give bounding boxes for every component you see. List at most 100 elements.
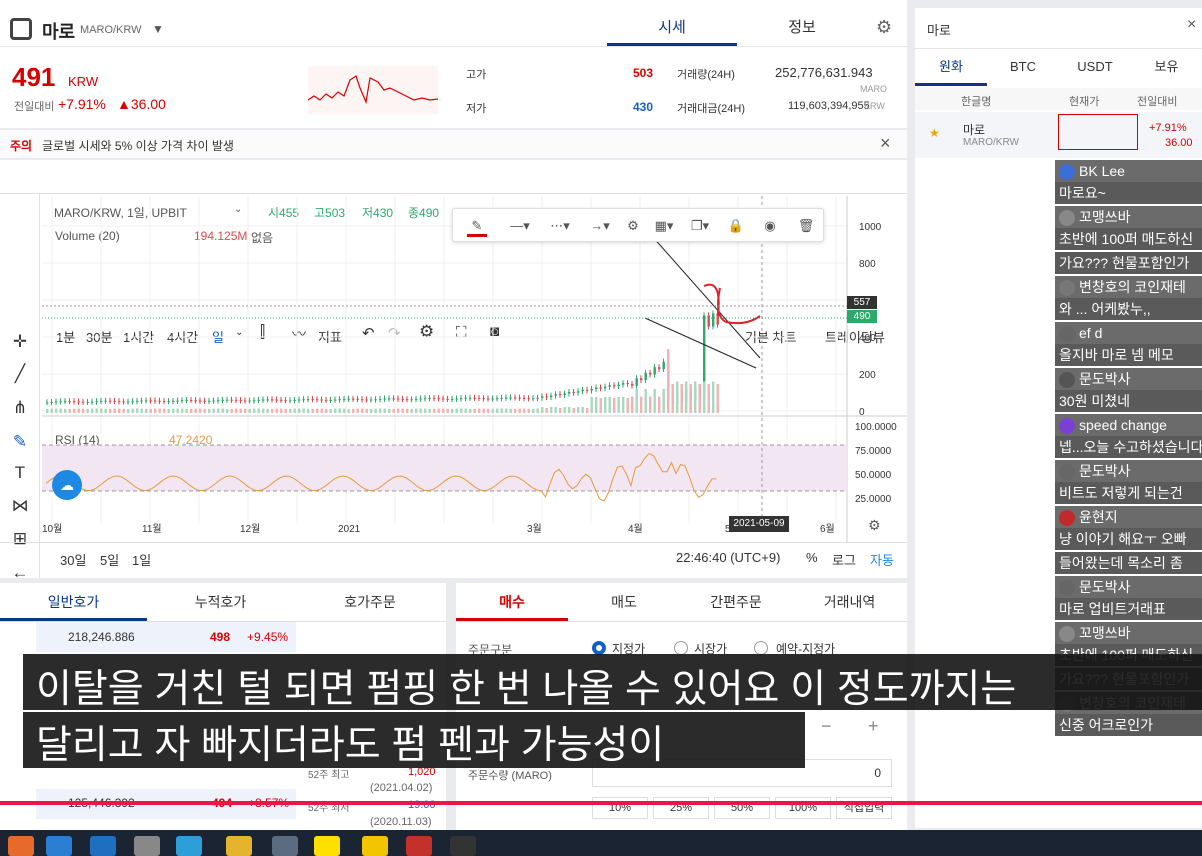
app-icon[interactable] — [46, 836, 72, 856]
measure-icon[interactable]: ⊞ — [8, 527, 32, 551]
range-30d[interactable]: 30일 — [60, 550, 86, 569]
trash-icon[interactable]: 🗑 — [793, 209, 819, 243]
range-5d[interactable]: 5일 — [100, 550, 119, 569]
line-end-icon[interactable]: →▾ — [581, 209, 619, 243]
volume-bar — [248, 408, 251, 413]
candle — [554, 394, 557, 396]
gear-icon[interactable]: ⚙ — [876, 17, 892, 38]
tab-cumulative[interactable]: 누적호가 — [147, 583, 294, 621]
tab-simple-order[interactable]: 간편주문 — [680, 583, 792, 621]
volume-bar — [199, 408, 202, 413]
candle — [226, 399, 229, 401]
candle — [181, 400, 184, 402]
col-name[interactable]: 한글명 — [961, 93, 991, 109]
tab-sell[interactable]: 매도 — [568, 583, 680, 621]
plus-button[interactable]: + — [868, 716, 879, 737]
settings-icon[interactable]: ⚙ — [619, 209, 647, 243]
tab-price[interactable]: 시세 — [607, 0, 737, 46]
candle — [167, 401, 170, 403]
trendline-icon[interactable]: ╱ — [8, 362, 32, 386]
firefox-icon[interactable] — [8, 836, 34, 856]
amount-value: 119,603,394,955 — [788, 100, 870, 112]
line-width-icon[interactable]: —▾ — [501, 209, 539, 243]
user-avatar-icon — [1059, 326, 1075, 343]
volume-bar — [46, 408, 49, 413]
chevron-down-icon[interactable]: ▼ — [152, 22, 164, 36]
col-price[interactable]: 현재가 — [1069, 93, 1099, 109]
star-icon[interactable]: ★ — [929, 126, 940, 140]
pen-color-icon[interactable]: ✎ — [463, 209, 491, 243]
cloud-icon[interactable]: ☁ — [52, 470, 82, 500]
volume-bar — [707, 384, 710, 413]
pattern-icon[interactable]: ⋈ — [8, 494, 32, 518]
edge-icon[interactable] — [90, 836, 116, 856]
tab-holdings[interactable]: 보유 — [1131, 56, 1202, 86]
radio-limit[interactable] — [592, 641, 606, 655]
volume-bar — [293, 408, 296, 413]
candle — [649, 372, 652, 375]
log-toggle[interactable]: 로그 — [832, 550, 856, 569]
x-tick-label: 6월 — [820, 523, 835, 535]
crosshair-icon[interactable]: ✛ — [8, 330, 32, 354]
chat-user: 변창호의 코인재테 — [1079, 279, 1186, 295]
clone-icon[interactable]: ❐▾ — [685, 209, 715, 243]
volume-bar — [316, 408, 319, 413]
volume-bar — [194, 408, 197, 413]
auto-toggle[interactable]: 자동 — [870, 550, 894, 569]
tab-info[interactable]: 정보 — [737, 0, 867, 46]
volume-bar — [541, 407, 544, 413]
text-icon[interactable]: T — [8, 461, 32, 485]
tab-krw[interactable]: 원화 — [915, 56, 987, 86]
tab-btc[interactable]: BTC — [987, 56, 1059, 86]
notice-close-icon[interactable]: × — [880, 133, 891, 154]
candle — [464, 397, 467, 399]
telegram-icon[interactable] — [176, 836, 202, 856]
minus-button[interactable]: − — [821, 716, 832, 737]
app-icon[interactable] — [362, 836, 388, 856]
candle — [410, 399, 413, 401]
percent-toggle[interactable]: % — [806, 550, 818, 565]
app-icon[interactable] — [134, 836, 160, 856]
axis-settings-icon[interactable]: ⚙ — [868, 517, 881, 534]
candle — [613, 385, 616, 387]
candle — [514, 397, 517, 399]
col-change[interactable]: 전일대비 — [1137, 93, 1177, 109]
line-style-icon[interactable]: ⋯▾ — [541, 209, 579, 243]
radio-market[interactable] — [674, 641, 688, 655]
tab-orderbook[interactable]: 일반호가 — [0, 583, 147, 621]
price-chart[interactable]: 10008006004002000100.000075.000050.00002… — [42, 196, 907, 542]
template-icon[interactable]: ▦▾ — [649, 209, 679, 243]
volume-bar — [262, 408, 265, 413]
price-unit: KRW — [68, 74, 99, 89]
volume-bar — [275, 408, 278, 413]
candle — [208, 400, 211, 402]
folder-icon[interactable] — [226, 836, 252, 856]
radio-reserve[interactable] — [754, 641, 768, 655]
lock-icon[interactable]: 🔒 — [723, 209, 749, 243]
rsi-tick-label: 50.0000 — [855, 470, 892, 481]
fib-icon[interactable]: ⋔ — [8, 396, 32, 420]
obs-icon[interactable] — [450, 836, 476, 856]
volume-bar — [658, 396, 661, 413]
kakaotalk-icon[interactable] — [314, 836, 340, 856]
volume-bar — [455, 408, 458, 413]
app-icon[interactable] — [406, 836, 432, 856]
close-icon[interactable]: × — [1187, 16, 1196, 34]
tab-order-book-order[interactable]: 호가주문 — [294, 583, 446, 621]
amount-unit: KRW — [864, 101, 885, 111]
candle — [392, 398, 395, 400]
brush-icon[interactable]: ✎ — [8, 430, 32, 454]
coin-name: 마로 — [42, 22, 76, 42]
tab-history[interactable]: 거래내역 — [792, 583, 907, 621]
video-progress-bar[interactable] — [0, 801, 1202, 805]
market-row-abs: 36.00 — [1165, 137, 1193, 149]
arrow-left-icon[interactable]: ← — [8, 561, 32, 585]
volume-bar — [662, 389, 665, 413]
calculator-icon[interactable] — [272, 836, 298, 856]
range-1d[interactable]: 1일 — [132, 550, 151, 569]
eye-icon[interactable]: ◉ — [757, 209, 783, 243]
candle — [365, 399, 368, 401]
tab-usdt[interactable]: USDT — [1059, 56, 1131, 86]
volume-bar — [433, 408, 436, 413]
tab-buy[interactable]: 매수 — [456, 583, 568, 621]
